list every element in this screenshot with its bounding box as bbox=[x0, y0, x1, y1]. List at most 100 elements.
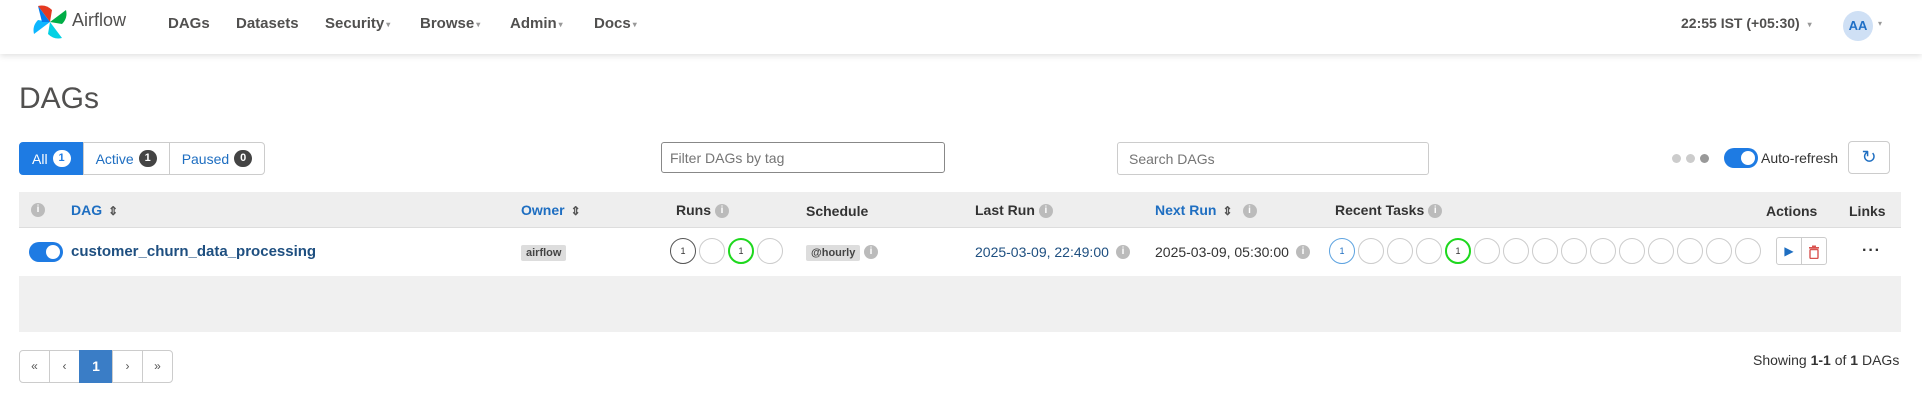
more-links-button[interactable]: ··· bbox=[1862, 242, 1881, 260]
showing-count: Showing 1-1 of 1 DAGs bbox=[1753, 352, 1899, 368]
info-icon[interactable]: i bbox=[1038, 204, 1053, 219]
next-page-button[interactable]: › bbox=[112, 350, 143, 383]
table-row: customer_churn_data_processing airflow 1… bbox=[19, 228, 1901, 276]
header-owner[interactable]: Owner ⇕ bbox=[521, 202, 581, 218]
nav-security[interactable]: Security ▾ bbox=[325, 15, 390, 32]
info-icon[interactable]: i bbox=[715, 204, 729, 219]
task-state-circle[interactable] bbox=[1358, 238, 1384, 264]
header-schedule: Schedule bbox=[806, 203, 868, 219]
task-state-circle[interactable]: 1 bbox=[1445, 238, 1471, 264]
info-icon[interactable]: i bbox=[1428, 204, 1443, 219]
nav-dags-label: DAGs bbox=[168, 15, 210, 32]
nav-docs[interactable]: Docs ▾ bbox=[594, 15, 637, 32]
info-icon[interactable]: i bbox=[1242, 204, 1257, 219]
nav-docs-label: Docs bbox=[594, 15, 631, 32]
refresh-icon: ↻ bbox=[1861, 147, 1877, 167]
page-title: DAGs bbox=[19, 82, 100, 115]
chevron-down-icon: ▾ bbox=[476, 19, 481, 29]
nav-admin-label: Admin bbox=[510, 15, 557, 32]
tab-active-label: Active bbox=[95, 150, 134, 167]
task-state-circle[interactable] bbox=[1532, 238, 1558, 264]
chevron-down-icon: ▾ bbox=[1807, 19, 1812, 29]
info-icon[interactable]: i bbox=[1296, 245, 1310, 259]
status-filter-tabs: All 1 Active 1 Paused 0 bbox=[19, 142, 266, 175]
run-state-success[interactable]: 1 bbox=[728, 238, 754, 264]
dags-table: i DAG ⇕ Owner ⇕ Runs i Schedule Last Run i N… bbox=[19, 192, 1901, 332]
sort-icon: ⇕ bbox=[1222, 204, 1233, 218]
task-state-circle[interactable] bbox=[1706, 238, 1732, 264]
task-state-circle[interactable] bbox=[1735, 238, 1761, 264]
showing-total: 1 bbox=[1850, 352, 1859, 368]
nav-datasets[interactable]: Datasets bbox=[236, 15, 299, 32]
run-state-queued[interactable]: 1 bbox=[670, 238, 696, 264]
schedule-tag[interactable]: @hourly bbox=[806, 245, 861, 261]
nav-security-label: Security bbox=[325, 15, 385, 32]
last-page-button[interactable]: » bbox=[142, 350, 173, 383]
header-dag[interactable]: DAG ⇕ bbox=[71, 202, 118, 218]
delete-dag-button[interactable] bbox=[1801, 237, 1827, 265]
header-owner-label: Owner bbox=[521, 202, 565, 218]
refresh-button[interactable]: ↻ bbox=[1848, 141, 1890, 174]
header-actions-label: Actions bbox=[1766, 203, 1818, 219]
trigger-dag-button[interactable]: ▶ bbox=[1776, 237, 1802, 265]
run-state-running[interactable] bbox=[699, 238, 725, 264]
showing-suffix: DAGs bbox=[1858, 352, 1900, 368]
last-run-link[interactable]: 2025-03-09, 22:49:00 bbox=[975, 244, 1109, 260]
info-icon[interactable]: i bbox=[864, 245, 878, 259]
showing-of: of bbox=[1830, 352, 1851, 368]
search-input[interactable] bbox=[1117, 142, 1429, 175]
header-last-run: Last Run i bbox=[975, 202, 1053, 219]
header-last-run-label: Last Run bbox=[975, 202, 1035, 218]
auto-refresh-toggle[interactable] bbox=[1724, 148, 1758, 168]
nav-admin[interactable]: Admin ▾ bbox=[510, 15, 563, 32]
navbar: Airflow DAGs Datasets Security ▾ Browse ▾ … bbox=[0, 0, 1922, 54]
nav-dags[interactable]: DAGs bbox=[168, 15, 210, 32]
airflow-logo-icon[interactable] bbox=[30, 2, 70, 42]
task-state-circle[interactable] bbox=[1561, 238, 1587, 264]
brand-name[interactable]: Airflow bbox=[72, 10, 126, 31]
chevron-down-icon: ▾ bbox=[386, 19, 391, 29]
chevron-down-icon[interactable]: ▾ bbox=[1878, 19, 1882, 28]
header-schedule-label: Schedule bbox=[806, 203, 869, 219]
clock-label: 22:55 IST (+05:30) bbox=[1681, 15, 1800, 31]
task-state-circle[interactable]: 1 bbox=[1329, 238, 1355, 264]
chevron-down-icon: ▾ bbox=[632, 19, 637, 29]
task-state-circle[interactable] bbox=[1590, 238, 1616, 264]
task-state-circle[interactable] bbox=[1503, 238, 1529, 264]
sort-icon: ⇕ bbox=[570, 204, 581, 218]
info-icon[interactable]: i bbox=[1116, 245, 1130, 259]
tab-all-label: All bbox=[32, 150, 48, 167]
tab-active[interactable]: Active 1 bbox=[82, 142, 170, 175]
count-badge: 0 bbox=[234, 150, 253, 167]
tag-filter-input[interactable] bbox=[661, 142, 945, 173]
timezone-clock[interactable]: 22:55 IST (+05:30) ▾ bbox=[1681, 15, 1812, 31]
sort-icon: ⇕ bbox=[108, 204, 119, 218]
task-state-circle[interactable] bbox=[1619, 238, 1645, 264]
header-runs: Runs i bbox=[676, 202, 729, 219]
task-state-circle[interactable] bbox=[1387, 238, 1413, 264]
info-icon[interactable]: i bbox=[31, 203, 45, 217]
first-page-button[interactable]: « bbox=[19, 350, 50, 383]
task-state-circle[interactable] bbox=[1416, 238, 1442, 264]
showing-prefix: Showing bbox=[1753, 352, 1811, 368]
tab-all[interactable]: All 1 bbox=[19, 142, 84, 175]
trash-icon bbox=[1809, 245, 1819, 260]
tab-paused[interactable]: Paused 0 bbox=[168, 142, 266, 175]
dag-pause-toggle[interactable] bbox=[29, 242, 63, 262]
header-next-run-label: Next Run bbox=[1155, 202, 1217, 218]
task-state-circle[interactable] bbox=[1648, 238, 1674, 264]
task-state-circle[interactable] bbox=[1677, 238, 1703, 264]
header-runs-label: Runs bbox=[676, 202, 711, 218]
header-links: Links bbox=[1849, 203, 1886, 219]
tab-paused-label: Paused bbox=[181, 150, 230, 167]
dag-id-link[interactable]: customer_churn_data_processing bbox=[71, 243, 316, 260]
nav-browse[interactable]: Browse ▾ bbox=[420, 15, 480, 32]
page-1-button[interactable]: 1 bbox=[79, 350, 113, 383]
prev-page-button[interactable]: ‹ bbox=[49, 350, 80, 383]
run-state-failed[interactable] bbox=[757, 238, 783, 264]
showing-range: 1-1 bbox=[1810, 352, 1831, 368]
owner-tag[interactable]: airflow bbox=[521, 245, 567, 261]
header-next-run[interactable]: Next Run ⇕ i bbox=[1155, 202, 1257, 219]
task-state-circle[interactable] bbox=[1474, 238, 1500, 264]
avatar[interactable]: AA bbox=[1843, 11, 1873, 41]
